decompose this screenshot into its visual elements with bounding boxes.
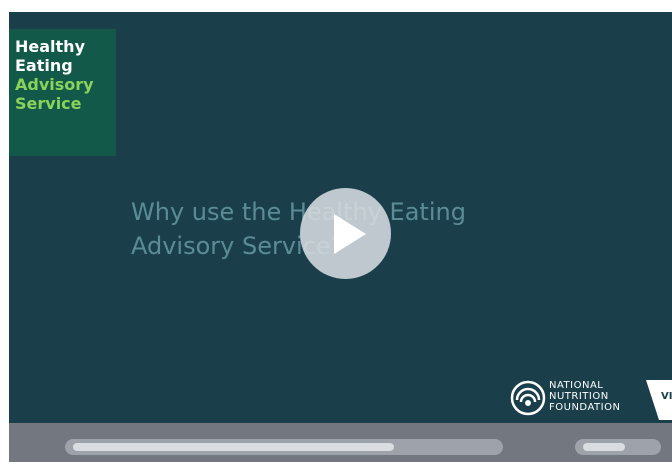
volume-fill xyxy=(583,443,625,451)
logo-line-2: Eating xyxy=(15,56,73,75)
nnf-line-1: NATIONAL xyxy=(549,380,604,391)
player-controls xyxy=(9,423,672,462)
progress-fill xyxy=(73,443,394,451)
nnf-logo-icon xyxy=(510,380,546,416)
volume-slider[interactable] xyxy=(575,439,661,455)
nnf-line-3: FOUNDATION xyxy=(549,402,621,413)
video-stage[interactable]: Healthy Eating Advisory Service Why use … xyxy=(9,12,672,423)
nnf-wordmark: NATIONAL NUTRITION FOUNDATION xyxy=(549,380,620,413)
logo-line-1: Healthy xyxy=(15,37,85,56)
play-button[interactable] xyxy=(300,188,391,279)
nnf-line-2: NUTRITION xyxy=(549,391,609,402)
play-icon xyxy=(333,213,366,254)
vic-wordmark: VIC xyxy=(661,391,672,402)
logo-line-3: Advisory xyxy=(15,75,94,94)
progress-bar[interactable] xyxy=(65,439,503,455)
logo-line-4: Service xyxy=(15,94,82,113)
